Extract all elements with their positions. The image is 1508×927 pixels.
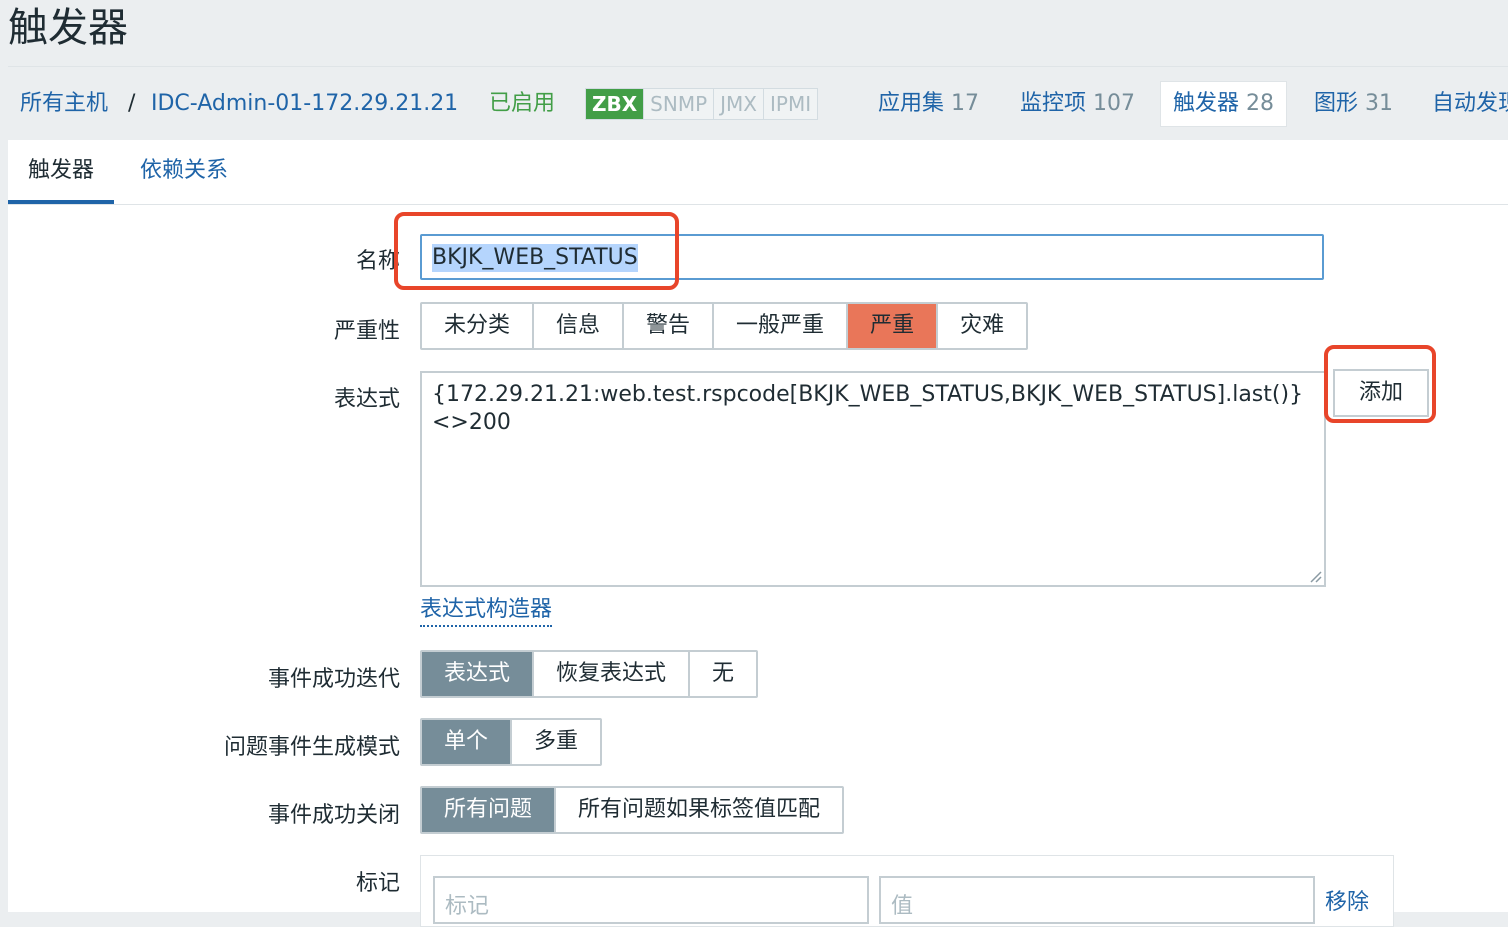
problem-mode-label: 问题事件生成模式 xyxy=(223,735,400,760)
nav-graphs[interactable]: 图形 31 xyxy=(1314,67,1393,141)
resize-handle-icon[interactable] xyxy=(1308,569,1322,583)
ok-close-label: 事件成功关闭 xyxy=(267,803,400,828)
severity-label: 严重性 xyxy=(333,319,400,344)
severity-selector: 未分类 信息 警告 一般严重 严重 灾难 xyxy=(420,302,1029,350)
tag-name-placeholder: 标记 xyxy=(445,894,490,919)
ok-event-expression[interactable]: 表达式 xyxy=(422,652,533,696)
ok-event-none[interactable]: 无 xyxy=(688,652,756,696)
tab-bar: 触发器 依赖关系 xyxy=(8,140,1508,205)
ok-close-tag-match[interactable]: 所有问题如果标签值匹配 xyxy=(554,788,842,832)
expression-textarea[interactable]: {172.29.21.21:web.test.rspcode[BKJK_WEB_… xyxy=(420,371,1326,587)
breadcrumb-host[interactable]: IDC-Admin-01-172.29.21.21 xyxy=(151,67,458,141)
name-highlight-box xyxy=(394,212,679,290)
nav-items[interactable]: 监控项 107 xyxy=(1020,67,1135,141)
tag-value-input[interactable]: 值 xyxy=(879,876,1315,924)
ok-event-recovery-expression[interactable]: 恢复表达式 xyxy=(532,652,688,696)
nav-triggers[interactable]: 触发器 28 xyxy=(1160,81,1288,127)
severity-not-classified[interactable]: 未分类 xyxy=(422,304,532,348)
tags-label: 标记 xyxy=(355,871,400,896)
severity-average[interactable]: 一般严重 xyxy=(712,304,846,348)
expression-label: 表达式 xyxy=(333,387,400,412)
page-title: 触发器 xyxy=(8,5,128,51)
breadcrumb-separator: / xyxy=(128,91,136,116)
availability-badges: ZBX SNMP JMX IPMI xyxy=(585,88,819,120)
ok-event-label: 事件成功迭代 xyxy=(267,667,400,692)
snmp-badge: SNMP xyxy=(643,89,714,119)
severity-warning[interactable]: 警告 xyxy=(622,304,712,348)
problem-mode-selector: 单个 多重 xyxy=(420,718,603,766)
expression-value: {172.29.21.21:web.test.rspcode[BKJK_WEB_… xyxy=(432,382,1304,435)
nav-applications[interactable]: 应用集 17 xyxy=(878,67,979,141)
ok-close-selector: 所有问题 所有问题如果标签值匹配 xyxy=(420,786,845,834)
problem-mode-multiple[interactable]: 多重 xyxy=(510,720,600,764)
tag-name-input[interactable]: 标记 xyxy=(433,876,869,924)
tab-dependencies[interactable]: 依赖关系 xyxy=(120,140,248,204)
ok-close-all-problems[interactable]: 所有问题 xyxy=(422,788,555,832)
host-status[interactable]: 已启用 xyxy=(489,67,555,141)
nav-discovery[interactable]: 自动发现 xyxy=(1432,67,1508,141)
remove-tag-link[interactable]: 移除 xyxy=(1325,884,1369,916)
severity-high[interactable]: 严重 xyxy=(846,304,937,348)
ok-event-selector: 表达式 恢复表达式 无 xyxy=(420,650,759,698)
problem-mode-single[interactable]: 单个 xyxy=(422,720,511,764)
zbx-badge: ZBX xyxy=(586,89,644,119)
trigger-form: 名称 BKJK_WEB_STATUS 严重性 未分类 信息 警告 一般严重 严重… xyxy=(8,205,1508,927)
host-navbar: 所有主机 / IDC-Admin-01-172.29.21.21 已启用 ZBX… xyxy=(8,66,1508,141)
breadcrumb-all-hosts[interactable]: 所有主机 xyxy=(20,67,108,141)
tags-table: 标记 值 移除 xyxy=(420,855,1394,927)
ipmi-badge: IPMI xyxy=(763,89,818,119)
expression-builder-link[interactable]: 表达式构造器 xyxy=(420,595,553,627)
add-button-highlight-box xyxy=(1324,345,1436,423)
tag-value-placeholder: 值 xyxy=(891,894,914,919)
tab-trigger[interactable]: 触发器 xyxy=(8,140,115,204)
severity-information[interactable]: 信息 xyxy=(532,304,622,348)
jmx-badge: JMX xyxy=(713,89,764,119)
severity-disaster[interactable]: 灾难 xyxy=(936,304,1026,348)
